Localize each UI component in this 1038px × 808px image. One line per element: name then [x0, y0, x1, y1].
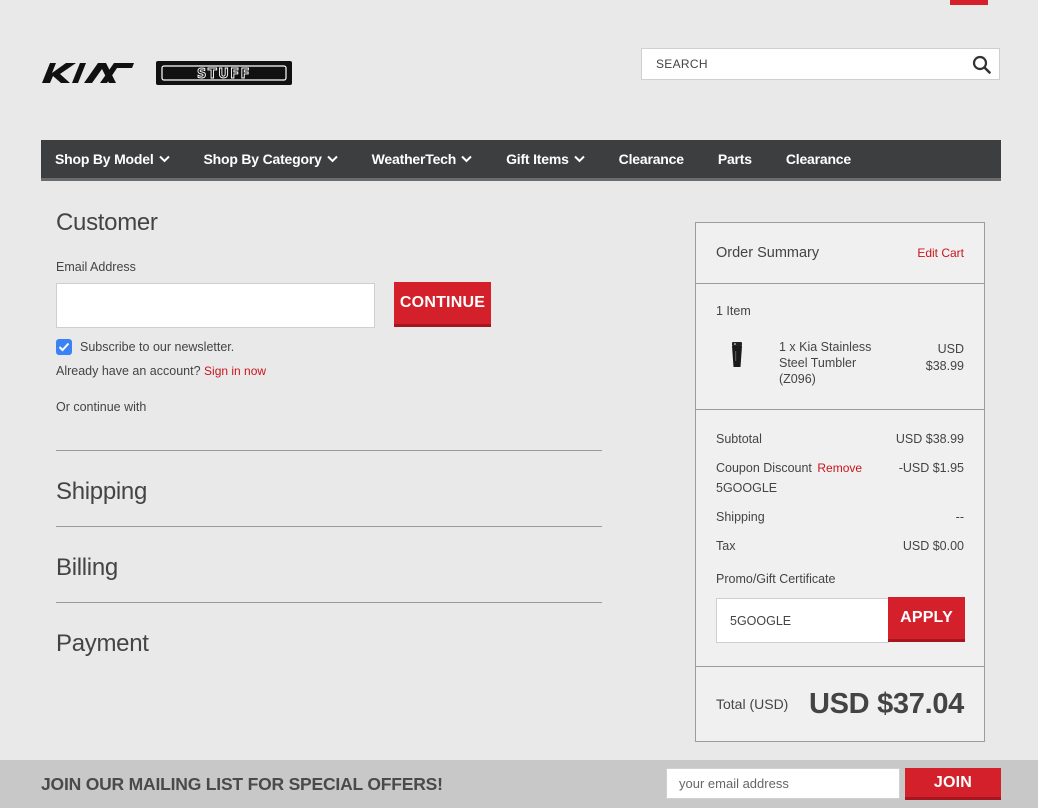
nav-shop-by-model[interactable]: Shop By Model — [55, 151, 170, 167]
remove-coupon-link[interactable]: Remove — [817, 461, 862, 475]
site-logo[interactable]: STUFF — [40, 60, 292, 86]
tax-value: USD $0.00 — [902, 539, 964, 553]
chevron-down-icon — [158, 155, 170, 163]
nav-clearance-2[interactable]: Clearance — [786, 151, 851, 167]
chevron-down-icon — [326, 155, 338, 163]
chevron-down-icon — [461, 155, 472, 163]
order-summary-header: Order Summary Edit Cart — [696, 223, 984, 284]
shipping-step-title[interactable]: Shipping — [56, 478, 147, 506]
newsletter-checkbox[interactable] — [56, 339, 72, 355]
continue-button[interactable]: CONTINUE — [394, 282, 491, 327]
search-bar — [641, 48, 1000, 80]
edit-cart-link[interactable]: Edit Cart — [917, 246, 964, 260]
account-prompt-text: Already have an account? — [56, 364, 201, 378]
nav-gift-items[interactable]: Gift Items — [506, 151, 585, 167]
order-summary: Order Summary Edit Cart 1 Item 1 x Kia S… — [695, 222, 985, 742]
account-prompt: Already have an account? Sign in now — [56, 364, 266, 378]
order-totals: Subtotal USD $38.99 Coupon Discount Remo… — [696, 410, 984, 667]
search-button[interactable] — [963, 49, 999, 79]
total-label: Total (USD) — [716, 696, 789, 712]
subtotal-label: Subtotal — [716, 432, 762, 446]
item-name: 1 x Kia Stainless Steel Tumbler (Z096) — [779, 340, 872, 386]
payment-step-title[interactable]: Payment — [56, 630, 149, 658]
order-summary-title: Order Summary — [716, 245, 820, 261]
tax-label: Tax — [716, 539, 736, 553]
shipping-value: -- — [955, 510, 964, 524]
newsletter-option: Subscribe to our newsletter. — [56, 339, 234, 355]
subtotal-row: Subtotal USD $38.99 — [716, 432, 964, 446]
nav-label: Clearance — [785, 151, 851, 167]
promo-code-input[interactable] — [716, 598, 889, 643]
nav-shop-by-category[interactable]: Shop By Category — [204, 151, 338, 167]
total-value: USD $37.04 — [809, 687, 964, 720]
tax-row: Tax USD $0.00 — [716, 539, 964, 553]
order-items: 1 Item 1 x Kia Stainless Steel Tumbler (… — [696, 284, 984, 410]
divider — [56, 526, 602, 527]
kia-logo-icon — [42, 63, 134, 83]
nav-weathertech[interactable]: WeatherTech — [372, 151, 472, 167]
main-nav: Shop By Model Shop By Category WeatherTe… — [41, 140, 1001, 181]
coupon-code: 5GOOGLE — [716, 481, 778, 495]
item-count: 1 Item — [716, 304, 751, 318]
nav-label: Shop By Category — [203, 151, 322, 167]
mailing-list-bar: JOIN OUR MAILING LIST FOR SPECIAL OFFERS… — [0, 760, 1038, 808]
stuff-logo-text: STUFF — [197, 67, 251, 82]
subtotal-value: USD $38.99 — [895, 432, 964, 446]
nav-label: Shop By Model — [55, 151, 154, 167]
item-price: USD $38.99 — [926, 341, 964, 375]
sign-in-link[interactable]: Sign in now — [204, 364, 266, 378]
apply-button[interactable]: APPLY — [888, 597, 965, 642]
coupon-value: -USD $1.95 — [898, 461, 964, 475]
shipping-label: Shipping — [716, 510, 765, 524]
nav-label: Parts — [717, 151, 752, 167]
email-field[interactable] — [56, 283, 375, 328]
coupon-row: Coupon Discount Remove 5GOOGLE -USD $1.9… — [716, 461, 964, 495]
coupon-info: Coupon Discount Remove 5GOOGLE — [716, 461, 862, 495]
nav-label: Clearance — [618, 151, 684, 167]
newsletter-label: Subscribe to our newsletter. — [80, 340, 235, 354]
billing-step-title[interactable]: Billing — [56, 554, 118, 582]
stuff-logo-icon: STUFF — [156, 61, 292, 85]
order-total-row: Total (USD) USD $37.04 — [696, 667, 984, 741]
mailing-list-text: JOIN OUR MAILING LIST FOR SPECIAL OFFERS… — [41, 774, 443, 794]
divider — [56, 602, 602, 603]
continue-with-text: Or continue with — [56, 400, 147, 414]
email-label: Email Address — [56, 260, 136, 274]
nav-clearance[interactable]: Clearance — [619, 151, 684, 167]
nav-parts[interactable]: Parts — [718, 151, 752, 167]
coupon-label: Coupon Discount — [716, 461, 812, 475]
nav-label: WeatherTech — [371, 151, 457, 167]
join-button[interactable]: JOIN — [905, 768, 1001, 800]
item-currency: USD — [937, 342, 964, 356]
top-accent-bar — [950, 0, 988, 5]
search-input[interactable] — [642, 49, 963, 79]
checkmark-icon — [58, 342, 70, 352]
customer-title: Customer — [56, 209, 158, 236]
newsletter-email-input[interactable] — [666, 768, 900, 799]
divider — [56, 450, 602, 451]
item-amount: $38.99 — [925, 359, 964, 373]
chevron-down-icon — [573, 155, 585, 163]
nav-label: Gift Items — [506, 151, 569, 167]
product-thumbnail — [732, 342, 742, 367]
shipping-row: Shipping -- — [716, 510, 964, 524]
promo-label: Promo/Gift Certificate — [716, 572, 836, 586]
search-icon — [972, 55, 991, 74]
